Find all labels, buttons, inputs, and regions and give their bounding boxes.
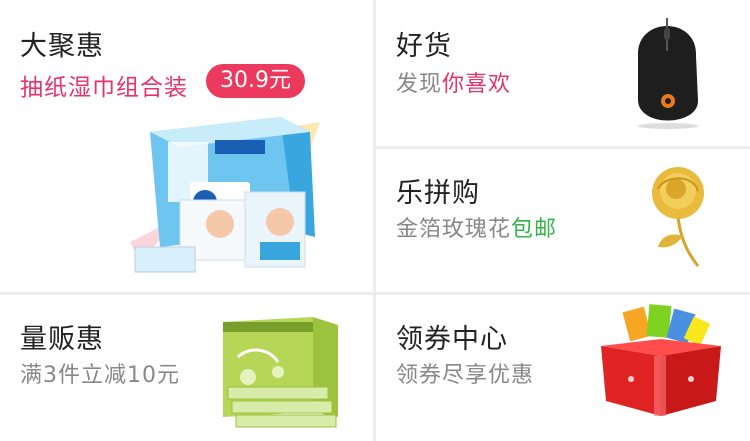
coupon-center-card[interactable]: 领券中心 领券尽享优惠	[376, 295, 750, 441]
good-goods-title: 好货	[396, 31, 452, 62]
coupon-center-subtitle: 领券尽享优惠	[396, 363, 535, 388]
group-buy-subtitle-plain: 金箔玫瑰花	[396, 217, 512, 242]
good-goods-card[interactable]: 好货 发现你喜欢	[376, 0, 750, 146]
volume-deal-subtitle: 满3件立减10元	[20, 363, 180, 388]
red-gift-box-image	[601, 304, 721, 416]
volume-deal-card[interactable]: 量贩惠 满3件立减10元	[0, 295, 373, 441]
big-deal-title: 大聚惠	[20, 31, 104, 62]
good-goods-subtitle: 发现你喜欢	[396, 66, 511, 98]
big-deal-subtitle: 抽纸湿巾组合装	[20, 75, 188, 101]
good-goods-subtitle-plain: 发现	[396, 72, 443, 97]
gaming-mouse-image	[637, 18, 698, 129]
group-buy-card[interactable]: 乐拼购 金箔玫瑰花包邮	[376, 149, 750, 292]
coupon-center-title: 领券中心	[396, 324, 508, 355]
good-goods-subtitle-highlight: 你喜欢	[442, 72, 512, 97]
group-buy-subtitle: 金箔玫瑰花包邮	[396, 211, 557, 243]
tissue-pack-image	[223, 317, 338, 428]
price-badge: 30.9元	[206, 64, 305, 98]
group-buy-title: 乐拼购	[396, 178, 480, 209]
group-buy-subtitle-highlight: 包邮	[511, 217, 558, 242]
volume-deal-title: 量贩惠	[20, 324, 104, 355]
tissue-box-bundle-image	[130, 117, 320, 273]
gold-rose-image	[652, 167, 704, 267]
big-deal-card[interactable]: 大聚惠 抽纸湿巾组合装 30.9元	[0, 0, 373, 292]
